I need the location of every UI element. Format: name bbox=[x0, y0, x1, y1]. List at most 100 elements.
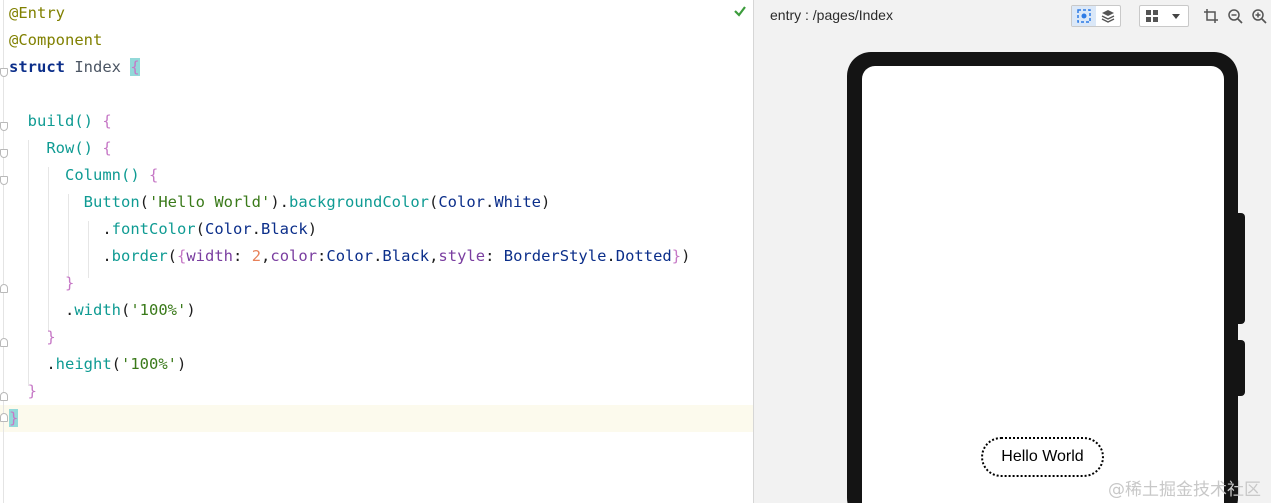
fold-marker[interactable] bbox=[0, 413, 8, 422]
code-token: { bbox=[102, 112, 112, 130]
code-token: '100%' bbox=[130, 301, 187, 319]
code-token: Button bbox=[83, 193, 140, 211]
inspector-icon[interactable] bbox=[1072, 6, 1096, 26]
code-token: Row bbox=[46, 139, 75, 157]
code-editor[interactable]: @Entry @Component struct Index { build() {… bbox=[0, 0, 753, 503]
code-token: ( bbox=[139, 193, 149, 211]
code-line[interactable]: } bbox=[9, 324, 55, 351]
code-token: fontColor bbox=[111, 220, 196, 238]
device-screen: Hello World bbox=[862, 66, 1224, 503]
code-token: . bbox=[251, 220, 262, 238]
code-token: Dotted bbox=[615, 247, 672, 265]
code-line[interactable]: Button('Hello World').backgroundColor(Co… bbox=[9, 189, 551, 216]
hello-world-button[interactable]: Hello World bbox=[981, 437, 1104, 477]
fold-marker[interactable] bbox=[0, 392, 8, 401]
layers-icon[interactable] bbox=[1096, 6, 1120, 26]
code-token: Black bbox=[261, 220, 308, 238]
code-line[interactable]: } bbox=[9, 270, 74, 297]
code-token: ) bbox=[186, 301, 196, 319]
zoom-in-icon[interactable] bbox=[1251, 8, 1267, 24]
fold-marker[interactable] bbox=[0, 284, 8, 293]
code-token: ( bbox=[111, 355, 122, 373]
zoom-out-icon[interactable] bbox=[1227, 8, 1243, 24]
code-line[interactable]: } bbox=[9, 378, 37, 405]
code-token: Column bbox=[65, 166, 121, 184]
code-token: } bbox=[27, 382, 38, 400]
code-token: ( bbox=[121, 301, 131, 319]
code-token: Color bbox=[205, 220, 252, 238]
check-icon bbox=[734, 6, 746, 17]
code-token: width bbox=[74, 301, 121, 319]
preview-page-path: entry : /pages/Index bbox=[770, 7, 893, 23]
code-token: White bbox=[494, 193, 542, 211]
code-token: { bbox=[177, 247, 187, 265]
fold-marker[interactable] bbox=[0, 68, 8, 77]
grid-icon bbox=[1140, 6, 1164, 26]
fold-marker[interactable] bbox=[0, 122, 8, 131]
code-token: ) bbox=[177, 355, 187, 373]
code-token: { bbox=[149, 166, 159, 184]
code-token: . bbox=[9, 355, 56, 373]
fold-marker[interactable] bbox=[0, 149, 8, 158]
code-token: } bbox=[671, 247, 682, 265]
code-line[interactable]: @Entry bbox=[9, 0, 65, 27]
dropdown-icon bbox=[1164, 6, 1188, 26]
code-token: . bbox=[485, 193, 495, 211]
device-side-button bbox=[1238, 340, 1245, 396]
code-line[interactable]: .fontColor(Color.Black) bbox=[9, 216, 317, 243]
code-token: border bbox=[111, 247, 168, 265]
code-token: @Component bbox=[9, 31, 103, 49]
code-token: ) bbox=[307, 220, 318, 238]
code-line[interactable]: } bbox=[9, 405, 19, 432]
code-token: . bbox=[9, 220, 112, 238]
fold-marker[interactable] bbox=[0, 176, 8, 185]
code-token: , bbox=[261, 247, 271, 265]
code-line[interactable]: struct Index { bbox=[9, 54, 140, 81]
code-token: () bbox=[74, 139, 93, 157]
fold-marker[interactable] bbox=[0, 338, 8, 347]
device-select[interactable] bbox=[1139, 5, 1189, 27]
code-token: struct bbox=[9, 58, 65, 76]
code-token: ) bbox=[681, 247, 691, 265]
code-token: } bbox=[9, 409, 19, 427]
code-line[interactable]: .border({width: 2,color:Color.Black,styl… bbox=[9, 243, 690, 270]
device-side-button bbox=[1238, 213, 1245, 324]
code-token: color bbox=[270, 247, 318, 265]
code-token: . bbox=[9, 247, 112, 265]
code-line[interactable]: .width('100%') bbox=[9, 297, 196, 324]
code-token: ( bbox=[167, 247, 177, 265]
code-line[interactable]: .height('100%') bbox=[9, 351, 186, 378]
code-line[interactable]: @Component bbox=[9, 27, 102, 54]
code-token: ( bbox=[195, 220, 205, 238]
code-token: BorderStyle bbox=[503, 247, 607, 265]
view-mode-toggle bbox=[1071, 5, 1121, 27]
code-token: Color bbox=[326, 247, 374, 265]
code-token: build bbox=[27, 112, 75, 130]
code-token: . bbox=[606, 247, 616, 265]
code-line[interactable]: Row() { bbox=[9, 135, 111, 162]
code-line[interactable]: Column() { bbox=[9, 162, 158, 189]
crop-icon[interactable] bbox=[1203, 8, 1219, 24]
code-token: . bbox=[9, 301, 75, 319]
code-token: '100%' bbox=[121, 355, 178, 373]
code-token: height bbox=[55, 355, 112, 373]
previewer-toolbar: entry : /pages/Index bbox=[754, 0, 1271, 32]
code-token: 2 bbox=[251, 247, 262, 265]
code-token: . bbox=[373, 247, 383, 265]
code-line[interactable]: build() { bbox=[9, 108, 112, 135]
code-token: : bbox=[485, 247, 504, 265]
code-token: } bbox=[65, 274, 75, 292]
code-token: 'Hello World' bbox=[149, 193, 271, 211]
code-token: width bbox=[186, 247, 234, 265]
code-token: ( bbox=[428, 193, 439, 211]
